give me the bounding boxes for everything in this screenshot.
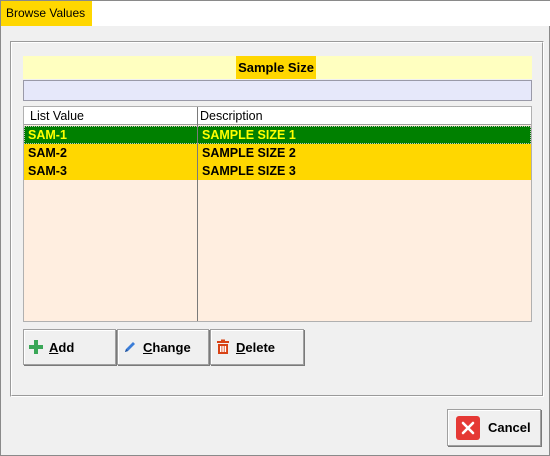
pencil-icon: [121, 338, 139, 356]
close-icon: [456, 415, 480, 440]
values-table: List Value Description SAM-1 SAMPLE SIZE…: [23, 106, 532, 322]
table-row[interactable]: SAM-1 SAMPLE SIZE 1: [24, 126, 531, 144]
cell-description: SAMPLE SIZE 2: [202, 146, 296, 160]
change-button[interactable]: Change: [117, 329, 209, 365]
list-title: Sample Size: [236, 56, 316, 79]
cell-description: SAMPLE SIZE 3: [202, 164, 296, 178]
delete-button[interactable]: Delete: [210, 329, 304, 365]
column-header-list-value[interactable]: List Value: [24, 107, 198, 125]
column-header-description[interactable]: Description: [198, 107, 531, 125]
cell-list-value: SAM-3: [28, 164, 67, 178]
window-title: Browse Values: [1, 1, 92, 26]
title-bar: Browse Values: [1, 1, 550, 26]
table-row[interactable]: SAM-2 SAMPLE SIZE 2: [24, 144, 531, 162]
cell-description: SAMPLE SIZE 1: [202, 128, 296, 142]
browse-values-window: Browse Values Sample Size List Value Des…: [0, 0, 550, 456]
cell-list-value: SAM-1: [28, 128, 67, 142]
filter-input[interactable]: [23, 80, 532, 101]
add-button[interactable]: Add: [23, 329, 116, 365]
plus-icon: [27, 338, 45, 356]
column-divider[interactable]: [197, 107, 198, 321]
cell-list-value: SAM-2: [28, 146, 67, 160]
trash-icon: [214, 338, 232, 356]
table-row[interactable]: SAM-3 SAMPLE SIZE 3: [24, 162, 531, 180]
table-header: List Value Description: [24, 107, 531, 125]
cancel-button[interactable]: Cancel: [447, 409, 541, 446]
content-frame: Sample Size List Value Description SAM-1…: [10, 41, 544, 397]
header-band: Sample Size: [23, 56, 532, 79]
cancel-label: Cancel: [488, 420, 531, 435]
